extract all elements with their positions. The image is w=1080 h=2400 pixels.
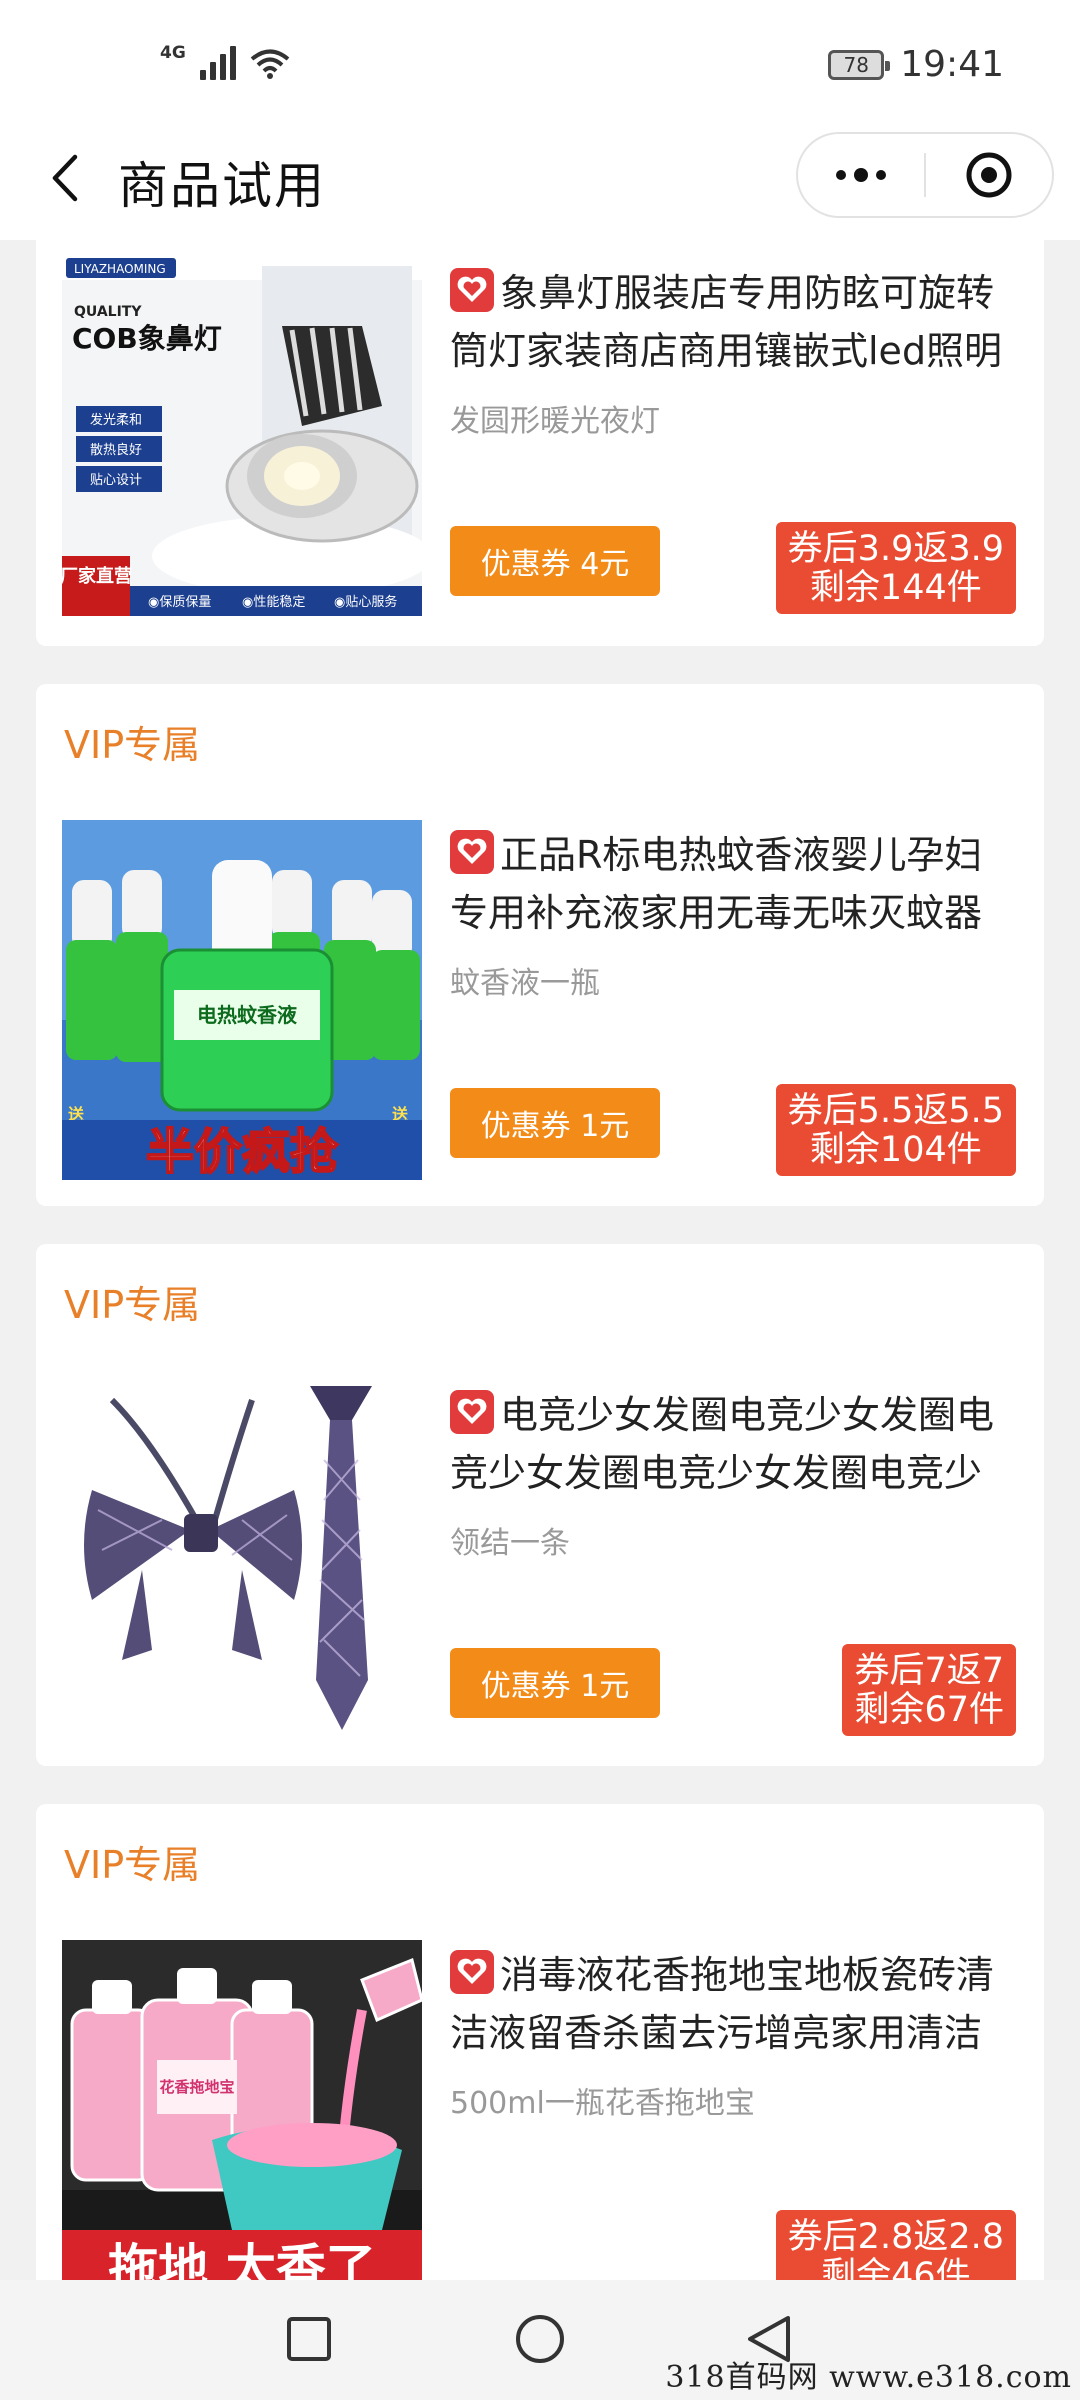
product-list[interactable]: LIYAZHAOMING QUALITY COB象鼻灯 发光柔和 散热良好 贴心…: [0, 240, 1080, 2280]
battery-icon: 78: [828, 49, 891, 80]
product-card[interactable]: VIP专属 花香拖地宝 拖地 太香了 消毒液花香拖地宝地板瓷砖清洁液留香杀菌去污…: [36, 1804, 1044, 2280]
svg-text:◉贴心服务: ◉贴心服务: [334, 594, 397, 610]
price-after-coupon: 券后5.5返5.5: [787, 1091, 1004, 1131]
product-card[interactable]: LIYAZHAOMING QUALITY COB象鼻灯 发光柔和 散热良好 贴心…: [36, 240, 1044, 646]
svg-text:半价疯抢: 半价疯抢: [146, 1124, 339, 1180]
svg-text:花香拖地宝: 花香拖地宝: [159, 2078, 234, 2096]
back-button[interactable]: [34, 148, 94, 208]
wifi-icon: [250, 49, 290, 79]
product-title-text: 象鼻灯服装店专用防眩可旋转筒灯家装商店商用镶嵌式led照明射灯: [450, 271, 1003, 373]
coupon-button[interactable]: 优惠券 1元: [450, 1648, 660, 1718]
mosquito-liquid-image: 电热蚊香液 送 送 半价疯抢: [62, 820, 422, 1180]
square-icon: [287, 2317, 331, 2361]
product-title[interactable]: 电竞少女发圈电竞少女发圈电竞少女发圈电竞少女发圈电竞少女发圈: [450, 1386, 1016, 1502]
stock-remaining: 剩余144件: [809, 568, 982, 608]
svg-text:发光柔和: 发光柔和: [90, 412, 142, 428]
svg-text:COB象鼻灯: COB象鼻灯: [72, 322, 222, 355]
product-subtitle: 500ml一瓶花香拖地宝: [450, 2086, 755, 2121]
floor-cleaner-image: 花香拖地宝 拖地 太香了: [62, 1940, 422, 2280]
product-subtitle: 发圆形暖光夜灯: [450, 404, 660, 439]
vip-label: VIP专属: [64, 1843, 201, 1887]
stock-remaining: 剩余104件: [809, 1130, 982, 1170]
tie-image: [62, 1380, 422, 1740]
price-badge[interactable]: 券后2.8返2.8 剩余46件: [775, 2210, 1016, 2281]
target-close-icon: [966, 152, 1012, 198]
product-subtitle: 领结一条: [450, 1526, 570, 1561]
product-image-mosquito[interactable]: 电热蚊香液 送 送 半价疯抢: [62, 820, 422, 1180]
more-dots-icon: [836, 168, 886, 182]
svg-text:◉保质保量: ◉保质保量: [148, 595, 211, 610]
heart-badge-icon: [450, 1950, 494, 1994]
mini-program-capsule: [796, 132, 1054, 218]
coupon-button[interactable]: 优惠券 1元: [450, 1088, 660, 1158]
back-arrow-icon: [52, 154, 78, 202]
svg-text:贴心设计: 贴心设计: [90, 473, 142, 488]
price-after-coupon: 券后3.9返3.9: [787, 529, 1004, 569]
stock-remaining: 剩余46件: [821, 2256, 971, 2281]
svg-text:◉性能稳定: ◉性能稳定: [242, 594, 305, 610]
status-bar: 4G 78 19:41: [0, 0, 1080, 130]
circle-icon: [516, 2315, 564, 2363]
product-image-tie[interactable]: [62, 1380, 422, 1740]
signal-icon: [199, 44, 236, 80]
product-info: 象鼻灯服装店专用防眩可旋转筒灯家装商店商用镶嵌式led照明射灯 发圆形暖光夜灯: [450, 264, 1016, 440]
network-type: 4G: [160, 43, 186, 63]
svg-text:散热良好: 散热良好: [90, 442, 142, 458]
recent-apps-button[interactable]: [276, 2306, 342, 2372]
status-right: 78 19:41: [828, 44, 1004, 85]
product-title[interactable]: 消毒液花香拖地宝地板瓷砖清洁液留香杀菌去污增亮家用清洁剂: [450, 1946, 1016, 2062]
product-subtitle: 蚊香液一瓶: [450, 966, 600, 1001]
svg-text:QUALITY: QUALITY: [74, 304, 142, 320]
more-button[interactable]: [798, 134, 924, 216]
product-title[interactable]: 正品R标电热蚊香液婴儿孕妇专用补充液家用无毒无味灭蚊器: [450, 826, 1016, 942]
heart-badge-icon: [450, 1390, 494, 1434]
price-badge[interactable]: 券后5.5返5.5 剩余104件: [775, 1084, 1016, 1176]
status-left: 4G: [160, 44, 290, 80]
price-after-coupon: 券后2.8返2.8: [787, 2217, 1004, 2257]
stock-remaining: 剩余67件: [854, 1690, 1004, 1730]
close-miniprogram-button[interactable]: [926, 134, 1052, 216]
vip-label: VIP专属: [64, 1283, 201, 1327]
svg-text:厂家直营: 厂家直营: [62, 565, 132, 587]
product-title-text: 消毒液花香拖地宝地板瓷砖清洁液留香杀菌去污增亮家用清洁剂: [450, 1953, 995, 2055]
product-info: 正品R标电热蚊香液婴儿孕妇专用补充液家用无毒无味灭蚊器 蚊香液一瓶: [450, 826, 1016, 1002]
heart-badge-icon: [450, 830, 494, 874]
page-title: 商品试用: [118, 157, 326, 215]
lamp-brand: LIYAZHAOMING: [74, 262, 166, 276]
svg-text:拖地 太香了: 拖地 太香了: [108, 2239, 375, 2280]
product-title[interactable]: 象鼻灯服装店专用防眩可旋转筒灯家装商店商用镶嵌式led照明射灯: [450, 264, 1016, 380]
product-card[interactable]: VIP专属 电热蚊香液 送 送 半价疯抢 正品R标电热蚊香液婴儿孕妇专用补充液家…: [36, 684, 1044, 1206]
product-info: 消毒液花香拖地宝地板瓷砖清洁液留香杀菌去污增亮家用清洁剂 500ml一瓶花香拖地…: [450, 1946, 1016, 2122]
price-after-coupon: 券后7返7: [854, 1651, 1004, 1691]
product-title-text: 正品R标电热蚊香液婴儿孕妇专用补充液家用无毒无味灭蚊器: [450, 833, 983, 935]
product-image-lamp[interactable]: LIYAZHAOMING QUALITY COB象鼻灯 发光柔和 散热良好 贴心…: [62, 256, 422, 616]
heart-badge-icon: [450, 268, 494, 312]
svg-text:电热蚊香液: 电热蚊香液: [197, 1003, 298, 1027]
product-title-text: 电竞少女发圈电竞少女发圈电竞少女发圈电竞少女发圈电竞少女发圈: [450, 1393, 995, 1495]
product-card[interactable]: VIP专属 电竞少女发圈电竞少女发圈电竞少女发圈电竞少女发圈电竞少 领结一条 优…: [36, 1244, 1044, 1766]
system-nav-bar: 318首码网 www.e318.com: [0, 2280, 1080, 2400]
coupon-button[interactable]: 优惠券 4元: [450, 526, 660, 596]
lamp-image: LIYAZHAOMING QUALITY COB象鼻灯 发光柔和 散热良好 贴心…: [62, 256, 422, 616]
price-badge[interactable]: 券后7返7 剩余67件: [842, 1644, 1016, 1736]
product-image-floor-cleaner[interactable]: 花香拖地宝 拖地 太香了: [62, 1940, 422, 2280]
clock: 19:41: [900, 44, 1004, 85]
price-badge[interactable]: 券后3.9返3.9 剩余144件: [775, 522, 1016, 614]
watermark-text: 318首码网 www.e318.com: [665, 2360, 1072, 2395]
battery-level: 78: [843, 52, 869, 77]
vip-label: VIP专属: [64, 723, 201, 767]
nav-bar: 商品试用: [0, 120, 1080, 240]
home-button[interactable]: [507, 2306, 573, 2372]
product-info: 电竞少女发圈电竞少女发圈电竞少女发圈电竞少女发圈电竞少女发圈 领结一条: [450, 1386, 1016, 1562]
